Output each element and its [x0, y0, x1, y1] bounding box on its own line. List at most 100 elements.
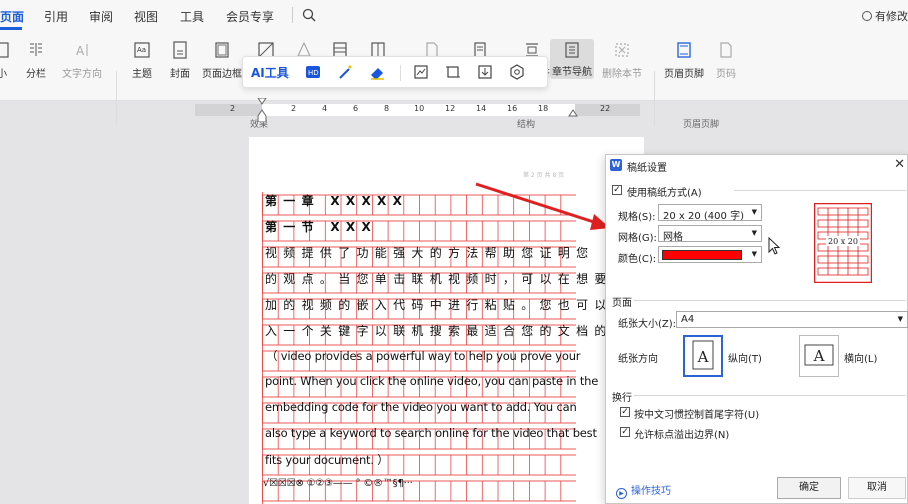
ruler-number: 22 [600, 104, 611, 113]
picture-edit-icon[interactable] [413, 64, 429, 83]
paper-size-select[interactable]: A4 ▼ [676, 311, 908, 328]
changes-label: 有修改 [875, 10, 908, 23]
eraser-icon[interactable] [369, 64, 385, 83]
tab-tools[interactable]: 工具 [180, 8, 204, 25]
header-footer-button[interactable]: 页眉页脚 [662, 41, 706, 80]
header-footer-label: 页眉页脚 [664, 69, 704, 80]
size-icon [0, 42, 9, 58]
settings-icon[interactable] [509, 64, 525, 83]
color-label: 颜色(C): [618, 254, 657, 265]
cancel-button[interactable]: 取消 [848, 477, 906, 499]
paper-size-label: 纸张大小(Z): [618, 319, 677, 330]
chevron-down-icon: ▼ [751, 250, 757, 258]
columns-label: 分栏 [26, 69, 46, 80]
active-tab-indicator [0, 27, 22, 30]
text-direction-button[interactable]: A 文字方向 [60, 41, 104, 80]
text-line: （ video provides a powerful way to help … [266, 349, 581, 363]
spec-label: 规格(S): [618, 212, 656, 223]
ruler-number: 10 [414, 104, 425, 113]
columns-button[interactable]: 分栏 [14, 41, 58, 80]
tips-label: 操作技巧 [631, 486, 671, 497]
grid-value: 网格 [663, 232, 683, 243]
spec-select[interactable]: 20 x 20 (400 字) ▼ [658, 204, 762, 222]
landscape-option[interactable]: A [799, 335, 839, 377]
text-line: 第一节 XXX [265, 220, 378, 234]
text-line: embedding code for the video you want to… [265, 400, 577, 414]
ruler-number: 6 [353, 104, 359, 113]
changes-indicator[interactable]: 有修改 [862, 8, 908, 24]
page-border-icon [215, 42, 229, 58]
ruler-number: 16 [507, 104, 518, 113]
crop-icon[interactable] [445, 64, 461, 83]
page-border-button[interactable]: 页面边框 [200, 41, 244, 80]
svg-text:Aa: Aa [137, 46, 146, 54]
spec-value: 20 x 20 (400 字) [663, 211, 744, 222]
close-icon[interactable]: ✕ [894, 157, 905, 172]
portrait-option[interactable]: A [683, 335, 723, 377]
search-icon[interactable] [302, 8, 316, 25]
page-number-button[interactable]: 页码 [704, 41, 748, 80]
magic-wand-icon[interactable] [337, 64, 353, 83]
download-icon[interactable] [477, 64, 493, 83]
portrait-icon: A [692, 340, 714, 370]
ruler-number: 18 [538, 104, 549, 113]
page-number-label: 页码 [716, 69, 736, 80]
header-footer-icon [677, 42, 691, 58]
wrap-section-label: 换行 [612, 393, 632, 404]
hd-icon[interactable]: HD [305, 64, 321, 83]
columns-icon [30, 43, 42, 56]
landscape-label: 横向(L) [844, 354, 878, 365]
ruler-number: 8 [384, 104, 390, 113]
chevron-down-icon: ▼ [751, 229, 757, 237]
wrap-option1-checkbox[interactable]: ✓ [620, 407, 630, 417]
section-divider [634, 395, 906, 396]
chapter-nav-icon [565, 42, 579, 58]
tab-member[interactable]: 会员专享 [226, 8, 274, 25]
portrait-label: 纵向(T) [728, 354, 762, 365]
wrap-option2-checkbox[interactable]: ✓ [620, 427, 630, 437]
chapter-nav-label: 章节导航 [552, 67, 592, 78]
wrap-option2-label: 允许标点溢出边界(N) [634, 430, 730, 441]
ruler-number: 12 [445, 104, 456, 113]
delete-section-button[interactable]: 删除本节 [600, 41, 644, 80]
tab-view[interactable]: 视图 [134, 8, 158, 25]
ruler-indent-marker[interactable] [257, 97, 267, 123]
page-number-icon [720, 42, 732, 58]
cover-button[interactable]: 封面 [158, 41, 202, 80]
chapter-nav-button[interactable]: 章节导航 [550, 39, 594, 79]
chevron-down-icon: ▼ [897, 315, 903, 323]
tab-references[interactable]: 引用 [44, 8, 68, 25]
ruler-number: 2 [230, 104, 236, 113]
page-border-label: 页面边框 [202, 69, 242, 80]
svg-text:A: A [813, 347, 825, 365]
text-direction-label: 文字方向 [62, 69, 102, 80]
manuscript-settings-dialog: W 稿纸设置 ✕ ✓ 使用稿纸方式(A) 规格(S): 20 x 20 (400… [605, 154, 908, 504]
group-label-structure: 结构 [517, 120, 536, 130]
menu-divider [292, 7, 293, 23]
text-line: 第一章 XXXXX [265, 194, 409, 208]
horizontal-ruler[interactable]: 2 2 4 6 8 10 12 14 16 18 22 [195, 97, 640, 123]
grid-select[interactable]: 网格 ▼ [658, 225, 762, 243]
cover-icon [173, 41, 187, 59]
text-line: √☒☒☒⊗ ①②③—— ° ©®™§¶··· [263, 478, 413, 489]
svg-text:HD: HD [308, 69, 319, 77]
color-select[interactable]: ▼ [658, 246, 762, 263]
ok-button[interactable]: 确定 [777, 477, 841, 499]
toolbar-divider [400, 65, 401, 81]
delete-section-label: 删除本节 [602, 69, 642, 80]
ruler-number: 14 [476, 104, 487, 113]
ai-tools-button[interactable]: AI工具 [251, 64, 289, 81]
ribbon-separator [654, 71, 655, 126]
use-paper-label: 使用稿纸方式(A) [627, 188, 702, 199]
play-icon: ▶ [616, 488, 627, 499]
tab-review[interactable]: 审阅 [89, 8, 113, 25]
tab-page-layout[interactable]: 页面 [0, 8, 24, 25]
mouse-cursor-icon [768, 237, 781, 255]
use-paper-checkbox[interactable]: ✓ [612, 185, 622, 195]
page-section-label: 页面 [612, 298, 632, 309]
changes-icon [862, 11, 872, 21]
cover-label: 封面 [170, 69, 190, 80]
tips-link[interactable]: ▶ 操作技巧 [616, 482, 671, 499]
ruler-right-marker[interactable] [568, 108, 578, 118]
text-line: point. When you click the online video, … [265, 374, 599, 388]
